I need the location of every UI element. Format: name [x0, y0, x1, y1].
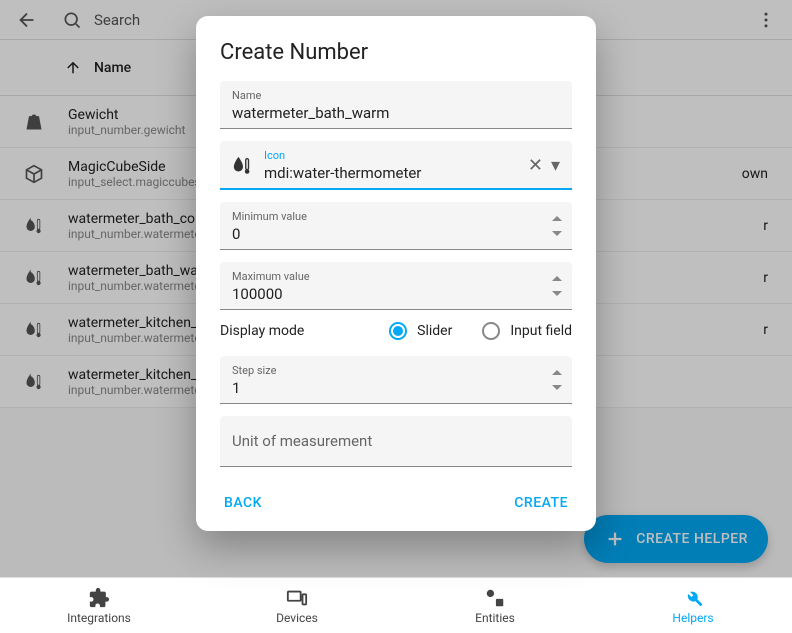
radio-unchecked[interactable] [482, 322, 500, 340]
number-spinner[interactable] [550, 370, 564, 390]
entities-icon [484, 587, 506, 609]
dialog-title: Create Number [196, 40, 596, 81]
number-spinner[interactable] [550, 216, 564, 236]
chevron-down-icon[interactable]: ▾ [551, 155, 560, 176]
maximum-value-field[interactable]: Maximum value 100000 [220, 262, 572, 310]
number-spinner[interactable] [550, 276, 564, 296]
icon-field[interactable]: Icon mdi:water-thermometer ✕ ▾ [220, 141, 572, 190]
step-size-field[interactable]: Step size 1 [220, 356, 572, 404]
radio-checked[interactable] [389, 322, 407, 340]
bottom-nav: Integrations Devices Entities Helpers [0, 577, 792, 633]
tab-integrations[interactable]: Integrations [0, 578, 198, 633]
clear-icon[interactable]: ✕ [528, 155, 543, 176]
tools-icon [682, 587, 704, 609]
minimum-value-field[interactable]: Minimum value 0 [220, 202, 572, 250]
unit-of-measurement-field[interactable]: Unit of measurement [220, 416, 572, 467]
create-number-dialog: Create Number Name watermeter_bath_warm … [196, 16, 596, 531]
puzzle-icon [88, 587, 110, 609]
devices-icon [286, 587, 308, 609]
display-mode-slider[interactable]: Slider [389, 322, 452, 340]
display-mode-input-field[interactable]: Input field [482, 322, 572, 340]
back-button[interactable]: BACK [224, 495, 262, 511]
water-thermometer-icon [232, 155, 254, 177]
display-mode-row: Display mode Slider Input field [196, 322, 596, 340]
tab-devices[interactable]: Devices [198, 578, 396, 633]
create-button[interactable]: CREATE [514, 495, 568, 511]
tab-helpers[interactable]: Helpers [594, 578, 792, 633]
name-field[interactable]: Name watermeter_bath_warm [220, 81, 572, 129]
tab-entities[interactable]: Entities [396, 578, 594, 633]
